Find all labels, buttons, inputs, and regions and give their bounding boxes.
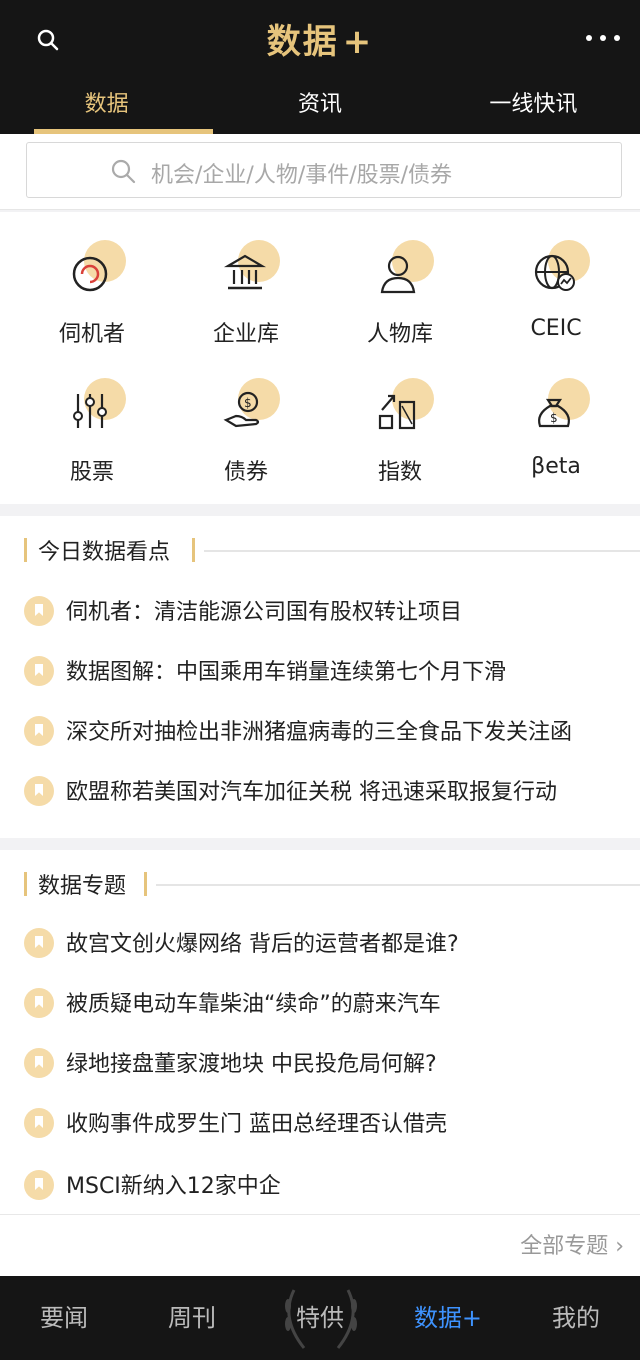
tab-flash[interactable]: 一线快讯 (427, 84, 640, 134)
svg-text:$: $ (244, 396, 252, 410)
nav-headlines[interactable]: 要闻 (0, 1276, 128, 1360)
list-item[interactable]: 欧盟称若美国对汽车加征关税 将迅速采取报复行动 (0, 772, 640, 812)
topics-section: 数据专题 故宫文创火爆网络 背后的运营者都是谁? 被质疑电动车靠柴油“续命”的蔚… (0, 850, 640, 1276)
grid-item-bonds[interactable]: $ 债券 (166, 350, 326, 490)
grid-item-opportunity[interactable]: 伺机者 (12, 212, 172, 352)
nav-mine[interactable]: 我的 (512, 1276, 640, 1360)
search-area: 机会/企业/人物/事件/股票/债券 (0, 134, 640, 210)
bank-icon (216, 240, 280, 302)
grid-label: CEIC (530, 316, 582, 341)
section-title-text: 数据专题 (38, 874, 127, 899)
list-item[interactable]: 伺机者：清洁能源公司国有股权转让项目 (0, 592, 640, 632)
tab-data[interactable]: 数据 (0, 84, 214, 134)
search-input[interactable]: 机会/企业/人物/事件/股票/债券 (26, 142, 622, 198)
list-item-text: 绿地接盘董家渡地块 中民投危局何解? (66, 1052, 437, 1077)
more-icon[interactable] (586, 30, 620, 46)
bookmark-icon (24, 656, 54, 686)
list-item[interactable]: 绿地接盘董家渡地块 中民投危局何解? (0, 1044, 640, 1084)
person-icon (370, 240, 434, 302)
list-item[interactable]: MSCI新纳入12家中企 (0, 1166, 640, 1206)
grid-label: 企业库 (212, 322, 279, 347)
grid-label: 伺机者 (58, 322, 125, 347)
grid-item-beta[interactable]: $ βeta (476, 350, 636, 490)
hand-coin-icon: $ (216, 378, 280, 440)
search-placeholder: 机会/企业/人物/事件/股票/债券 (151, 163, 453, 188)
list-item-text: 欧盟称若美国对汽车加征关税 将迅速采取报复行动 (66, 780, 557, 805)
list-item-text: 收购事件成罗生门 蓝田总经理否认借壳 (66, 1112, 447, 1137)
bar-arrow-icon (370, 378, 434, 440)
nav-special[interactable]: 特供 (256, 1276, 384, 1360)
divider (0, 1214, 640, 1215)
grid-item-people[interactable]: 人物库 (320, 212, 480, 352)
search-icon (111, 159, 136, 184)
grid-item-index[interactable]: 指数 (320, 350, 480, 490)
grid-label: βeta (531, 454, 581, 479)
top-header: 数据 + 数据 资讯 一线快讯 (0, 0, 640, 134)
list-item[interactable]: 深交所对抽检出非洲猪瘟病毒的三全食品下发关注函 (0, 712, 640, 752)
list-item[interactable]: 被质疑电动车靠柴油“续命”的蔚来汽车 (0, 984, 640, 1024)
list-item-text: 伺机者：清洁能源公司国有股权转让项目 (66, 600, 463, 625)
list-item[interactable]: 数据图解：中国乘用车销量连续第七个月下滑 (0, 652, 640, 692)
list-item-text: MSCI新纳入12家中企 (66, 1174, 281, 1199)
grid-label: 股票 (69, 460, 114, 485)
bookmark-icon (24, 596, 54, 626)
bookmark-icon (24, 1170, 54, 1200)
grid-label: 人物库 (366, 322, 433, 347)
bookmark-icon (24, 988, 54, 1018)
nav-weekly[interactable]: 周刊 (128, 1276, 256, 1360)
app-logo: 数据 + (0, 14, 640, 63)
money-bag-icon: $ (526, 378, 590, 440)
logo-text: 数据 (266, 22, 339, 62)
feature-grid: 伺机者 企业库 人物库 CEIC 股票 $ 债券 指数 $ βeta (0, 212, 640, 504)
tab-news[interactable]: 资讯 (213, 84, 426, 134)
bookmark-icon (24, 716, 54, 746)
list-item-text: 数据图解：中国乘用车销量连续第七个月下滑 (66, 660, 507, 685)
bottom-nav: 要闻 周刊 特供 数据+ 我的 (0, 1276, 640, 1360)
list-item-text: 深交所对抽检出非洲猪瘟病毒的三全食品下发关注函 (66, 720, 573, 745)
list-item[interactable]: 故宫文创火爆网络 背后的运营者都是谁? (0, 924, 640, 964)
bookmark-icon (24, 928, 54, 958)
section-title-text: 今日数据看点 (38, 540, 171, 565)
section-title: 今日数据看点 (0, 534, 640, 565)
logo-plus: + (342, 22, 374, 62)
list-item-text: 被质疑电动车靠柴油“续命”的蔚来汽车 (66, 992, 441, 1017)
all-topics-link[interactable]: 全部专题 › (520, 1228, 624, 1260)
svg-text:$: $ (550, 411, 558, 425)
opportunity-icon (62, 240, 126, 302)
grid-item-stocks[interactable]: 股票 (12, 350, 172, 490)
sliders-icon (62, 378, 126, 440)
bookmark-icon (24, 776, 54, 806)
bookmark-icon (24, 1048, 54, 1078)
list-item[interactable]: 收购事件成罗生门 蓝田总经理否认借壳 (0, 1104, 640, 1144)
list-item-text: 故宫文创火爆网络 背后的运营者都是谁? (66, 932, 459, 957)
section-title: 数据专题 (0, 868, 640, 899)
nav-data-plus[interactable]: 数据+ (384, 1276, 512, 1360)
grid-label: 债券 (223, 460, 268, 485)
top-tabs: 数据 资讯 一线快讯 (0, 84, 640, 134)
grid-item-companies[interactable]: 企业库 (166, 212, 326, 352)
grid-label: 指数 (377, 460, 422, 485)
grid-item-ceic[interactable]: CEIC (476, 212, 636, 352)
bookmark-icon (24, 1108, 54, 1138)
today-section: 今日数据看点 伺机者：清洁能源公司国有股权转让项目 数据图解：中国乘用车销量连续… (0, 516, 640, 838)
globe-chart-icon (526, 240, 590, 302)
nav-special-label: 特供 (296, 1304, 344, 1332)
